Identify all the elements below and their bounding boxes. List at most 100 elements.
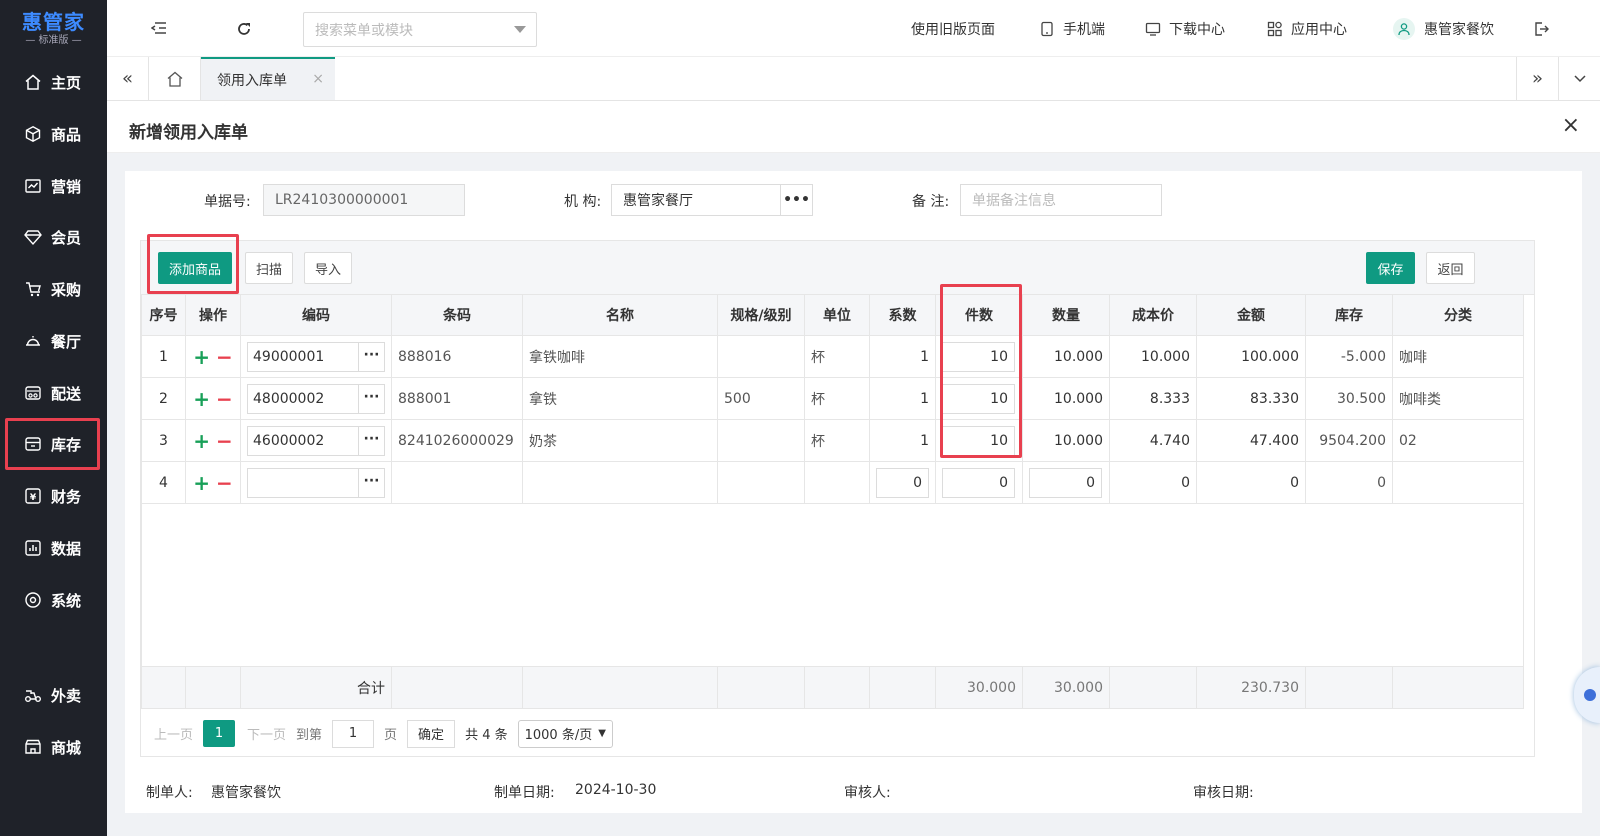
box-icon xyxy=(24,125,42,143)
tabs-scroll-right-icon[interactable]: » xyxy=(1516,57,1558,100)
factor-input[interactable]: 0 xyxy=(876,467,929,498)
tabs-menu-icon[interactable] xyxy=(1558,57,1600,100)
current-page-button[interactable]: 1 xyxy=(203,720,236,747)
total-count: 共 4 条 xyxy=(465,728,508,743)
download-center-link[interactable]: 下载中心 xyxy=(1145,0,1225,57)
table-row: 1 + −49000001 ··· 888016 拿铁咖啡杯 1 10 10.000 10.000… xyxy=(141,335,1524,378)
logout-icon[interactable] xyxy=(1533,21,1549,37)
qty-cell: 10.000 xyxy=(1022,335,1110,378)
factor-cell: 1 xyxy=(869,335,936,378)
code-input[interactable]: 49000001 xyxy=(247,341,359,372)
remark-input[interactable]: 单据备注信息 xyxy=(960,184,1162,216)
save-button[interactable]: 保存 xyxy=(1366,252,1415,284)
finance-icon: ¥ xyxy=(24,487,42,505)
next-page-link[interactable]: 下一页 xyxy=(247,724,286,743)
old-page-link[interactable]: 使用旧版页面 xyxy=(911,0,995,57)
menu-fold-icon[interactable] xyxy=(150,21,167,35)
delivery-icon xyxy=(24,686,42,704)
spec-cell: 500 xyxy=(717,377,805,420)
prev-page-link[interactable]: 上一页 xyxy=(154,724,193,743)
remove-row-icon[interactable]: − xyxy=(216,387,233,411)
add-row-icon[interactable]: + xyxy=(193,387,210,411)
brand-logo[interactable]: 惠管家 — 标准版 — xyxy=(0,0,107,57)
sidebar-item-6[interactable]: 配送 xyxy=(0,367,107,419)
category-cell: 咖啡 xyxy=(1392,335,1524,378)
code-picker-button[interactable]: ··· xyxy=(359,467,385,498)
sidebar-item-3[interactable]: 会员 xyxy=(0,211,107,263)
app-center-link[interactable]: 应用中心 xyxy=(1267,0,1347,57)
add-product-button[interactable]: 添加商品 xyxy=(158,252,232,284)
doc-no-value: LR2410300000001 xyxy=(275,192,409,208)
doc-no-label: 单据号: xyxy=(204,194,251,210)
pieces-input[interactable]: 10 xyxy=(942,425,1015,456)
pieces-input[interactable]: 0 xyxy=(942,467,1015,498)
code-input[interactable] xyxy=(247,467,359,498)
sidebar-item-label: 采购 xyxy=(51,280,82,299)
scan-label: 扫描 xyxy=(255,262,282,278)
sidebar-item-12[interactable]: 商城 xyxy=(0,721,107,773)
stock-cell: 9504.200 xyxy=(1305,419,1393,462)
org-field[interactable]: 惠管家餐厅 xyxy=(611,184,781,216)
pieces-input[interactable]: 10 xyxy=(942,383,1015,414)
sidebar-item-8[interactable]: ¥ 财务 xyxy=(0,470,107,522)
column-header: 分类 xyxy=(1392,294,1524,336)
confirm-button[interactable]: 确定 xyxy=(407,719,456,748)
remove-row-icon[interactable]: − xyxy=(216,429,233,453)
add-row-icon[interactable]: + xyxy=(193,429,210,453)
code-picker-button[interactable]: ··· xyxy=(359,341,385,372)
amount-cell: 83.330 xyxy=(1196,377,1306,420)
search-menu-select[interactable]: 搜索菜单或模块 xyxy=(303,12,537,47)
code-picker-button[interactable]: ··· xyxy=(359,425,385,456)
shop-icon xyxy=(24,738,42,756)
back-button[interactable]: 返回 xyxy=(1426,252,1475,284)
scan-button[interactable]: 扫描 xyxy=(245,252,293,284)
user-menu[interactable]: 惠管家餐饮 xyxy=(1393,0,1494,57)
code-input[interactable]: 48000002 xyxy=(247,383,359,414)
tab-requisition-inbound[interactable]: 领用入库单 × xyxy=(201,57,335,100)
refresh-icon[interactable] xyxy=(236,21,252,37)
remove-row-icon[interactable]: − xyxy=(216,471,233,495)
sidebar-item-7[interactable]: 库存 xyxy=(5,418,100,470)
mobile-link[interactable]: 手机端 xyxy=(1039,0,1105,57)
tab-label: 领用入库单 xyxy=(217,72,287,89)
sidebar-item-5[interactable]: 餐厅 xyxy=(0,315,107,367)
purchase-icon xyxy=(24,280,42,298)
total-amount: 230.730 xyxy=(1241,679,1299,696)
sidebar-item-2[interactable]: 营销 xyxy=(0,160,107,212)
unit-cell: 杯 xyxy=(804,419,870,462)
category-cell: 02 xyxy=(1392,419,1524,462)
qty-input[interactable]: 0 xyxy=(1029,467,1102,498)
main-area: 新增领用入库单 × 单据号: LR2410300000001 机 构: 惠管家餐… xyxy=(107,101,1600,836)
add-row-icon[interactable]: + xyxy=(193,345,210,369)
home-tab-icon[interactable] xyxy=(149,57,201,100)
factor-cell: 1 xyxy=(869,377,936,420)
save-label: 保存 xyxy=(1377,262,1404,278)
close-tab-icon[interactable]: × xyxy=(312,71,324,87)
add-row-icon[interactable]: + xyxy=(193,471,210,495)
mobile-icon xyxy=(1039,21,1055,37)
code-input[interactable]: 46000002 xyxy=(247,425,359,456)
sidebar-item-10[interactable]: 系统 xyxy=(0,574,107,626)
settings-icon xyxy=(24,591,42,609)
tabs-scroll-left-icon[interactable]: « xyxy=(107,57,149,100)
page-size-select[interactable]: 1000 条/页 ▼ xyxy=(517,719,613,748)
sidebar-item-0[interactable]: 主页 xyxy=(0,56,107,108)
remove-row-icon[interactable]: − xyxy=(216,345,233,369)
spec-cell xyxy=(717,335,805,378)
pieces-input[interactable]: 10 xyxy=(942,341,1015,372)
org-label: 机 构: xyxy=(564,194,602,210)
page-number-input[interactable]: 1 xyxy=(332,719,375,748)
sidebar-item-11[interactable]: 外卖 xyxy=(0,669,107,721)
import-button[interactable]: 导入 xyxy=(304,252,352,284)
sidebar-item-label: 外卖 xyxy=(51,686,82,705)
code-picker-button[interactable]: ··· xyxy=(359,383,385,414)
org-picker-button[interactable]: ••• xyxy=(780,184,813,216)
row-number: 4 xyxy=(141,461,186,504)
sidebar-item-4[interactable]: 采购 xyxy=(0,263,107,315)
sidebar-item-label: 商城 xyxy=(51,738,82,757)
sidebar-item-9[interactable]: 数据 xyxy=(0,522,107,574)
sidebar-item-1[interactable]: 商品 xyxy=(0,108,107,160)
close-page-icon[interactable]: × xyxy=(1562,115,1580,137)
category-cell xyxy=(1392,461,1524,504)
monitor-icon xyxy=(1145,21,1161,37)
